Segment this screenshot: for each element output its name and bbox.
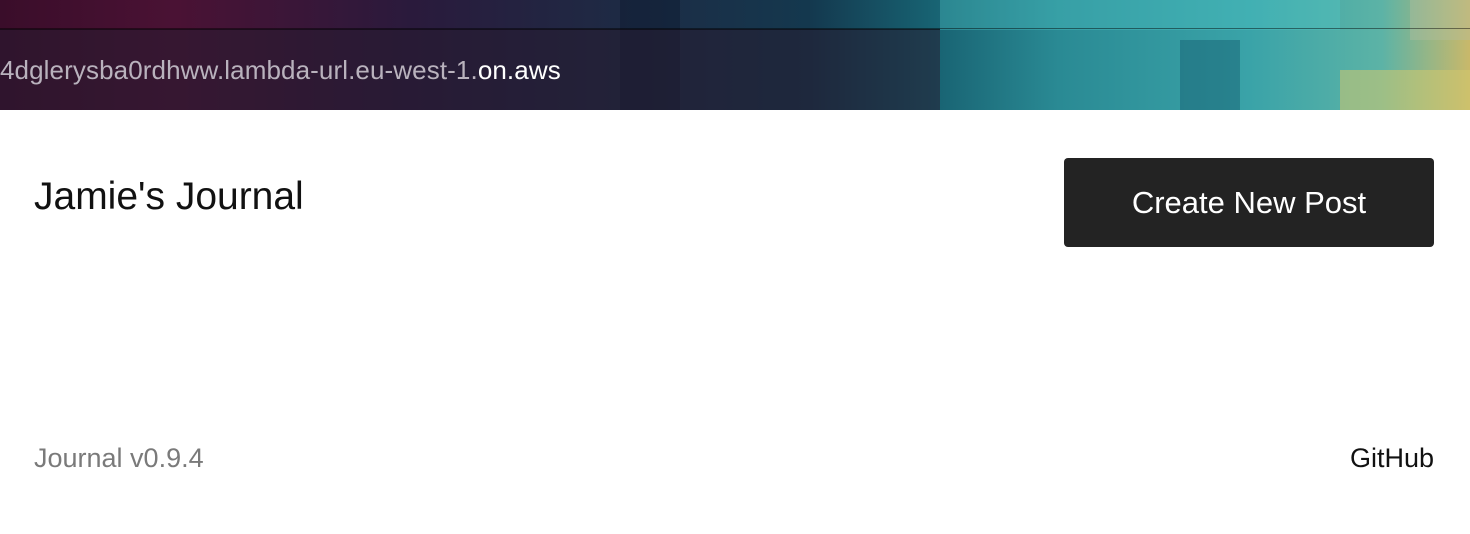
url-host-prefix: 4dglerysba0rdhww.lambda-url.eu-west-1. [0, 55, 478, 85]
url-text[interactable]: 4dglerysba0rdhww.lambda-url.eu-west-1.on… [0, 53, 561, 87]
wallpaper-block [940, 0, 1340, 30]
page-title: Jamie's Journal [34, 175, 304, 218]
version-label: Journal v0.9.4 [34, 443, 204, 473]
github-link[interactable]: GitHub [1350, 440, 1434, 476]
page-footer: Journal v0.9.4 GitHub [34, 440, 1434, 476]
wallpaper-block [1180, 40, 1240, 110]
url-domain-suffix: on.aws [477, 55, 561, 85]
wallpaper-block [1340, 70, 1470, 110]
page-header: Jamie's Journal Create New Post [34, 158, 1434, 247]
wallpaper-block [1410, 0, 1470, 40]
browser-address-bar: 4dglerysba0rdhww.lambda-url.eu-west-1.on… [0, 0, 1470, 110]
create-new-post-button[interactable]: Create New Post [1064, 158, 1434, 247]
